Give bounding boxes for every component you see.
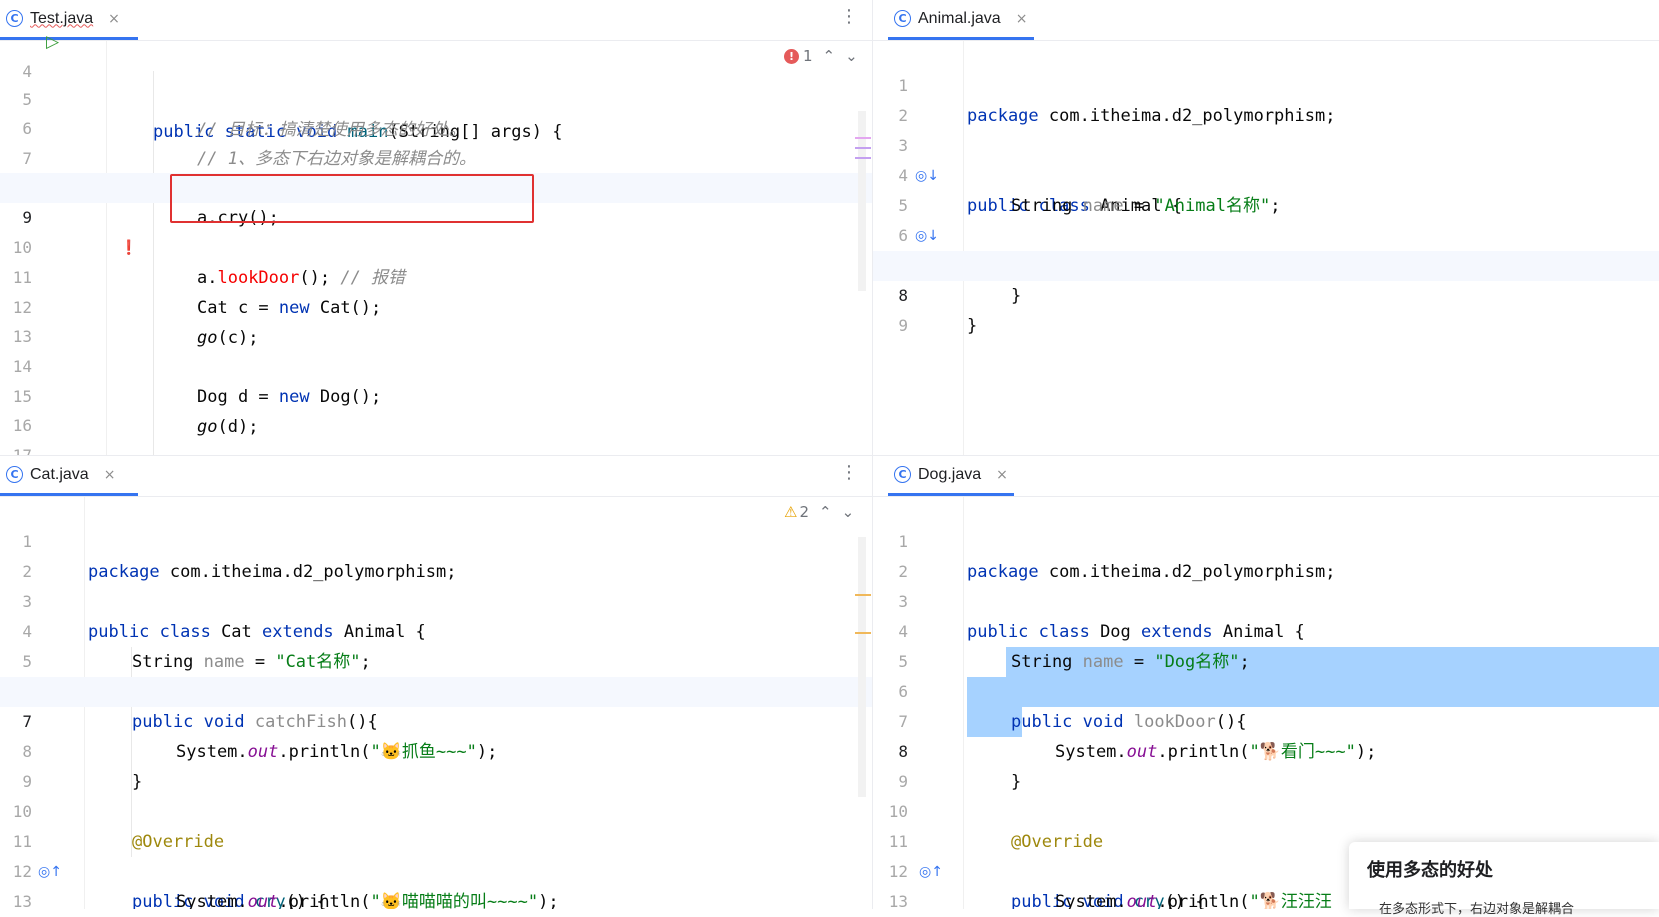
code-editor-test[interactable]: ! 1 ⌃ ⌄ 4 ▷ public static void main(Stri… [0,32,872,455]
code-line: 16 [0,381,872,435]
scroll-mark [855,157,871,159]
code-line: 10 [0,203,872,257]
code-line: 7 Animal a = new Dog(); [0,114,872,199]
code-line: 3 public class Dog extends Animal { [873,557,1659,642]
editor-pane-test: C Test.java × ⋮ ! 1 ⌃ ⌄ 4 ▷ public stati… [0,0,872,455]
tab-label: Dog.java [918,465,982,483]
code-line: 5 ◎↓ public void cry(){ [873,161,1659,276]
code-line: 6 public void catchFish(){ [0,647,872,732]
close-icon[interactable]: × [104,467,116,483]
code-line-current: 7 System.out.println("🐱抓鱼~~~"); [0,677,872,762]
info-popup: 使用多态的好处 在多态形式下，右边对象是解耦合 [1349,842,1659,917]
class-file-icon: C [6,466,23,483]
scroll-mark [855,632,871,634]
close-icon[interactable]: × [108,11,120,27]
code-line: 13 } [0,857,872,909]
code-line: 4 String name = "Dog名称"; [873,587,1659,672]
class-file-icon: C [894,10,911,27]
popup-snippet: 在多态形式下，右边对象是解耦合 [1379,902,1575,917]
code-line: 5 [0,617,872,671]
code-line: 5 [873,617,1659,671]
code-line: 1 package com.itheima.d2_polymorphism; [873,497,1659,582]
tab-label: Test.java [30,9,94,27]
code-line: 6 public void lookDoor(){ [873,647,1659,732]
code-line: 2 [0,527,872,581]
code-line-current: 8 } [873,251,1659,336]
close-icon[interactable]: × [996,467,1008,483]
code-editor-animal[interactable]: 1 package com.itheima.d2_polymorphism; 2… [873,41,1659,455]
more-options-icon[interactable]: ⋮ [840,6,858,27]
code-line: 7 } [873,221,1659,306]
vertical-scrollbar[interactable] [858,537,866,797]
code-line: 10 @Override [0,767,872,852]
code-line: 8 a.cry(); [0,143,872,228]
tab-label: Cat.java [30,465,89,483]
code-line: 5 // 目标：搞清楚使用多态的好处。 [0,55,872,140]
code-line: 13 [0,292,872,346]
code-editor-cat[interactable]: ⚠ 2 ⌃ ⌄ 1 package com.itheima.d2_polymor… [0,497,872,909]
code-line: 15 go(d); [0,352,872,437]
code-line: 4 ▷ public static void main(String[] arg… [0,27,872,142]
code-text: } [967,316,978,336]
code-line: 12 go(c); [0,263,872,348]
code-line: 8 } [0,707,872,792]
code-line: 9 [873,281,1659,335]
scroll-mark [855,147,871,149]
line-number: 13 [888,892,908,909]
code-line: 4 String name = "Cat名称"; [0,587,872,672]
class-file-icon: C [6,10,23,27]
code-line-current: 8 } [873,707,1659,792]
tab-cat-java[interactable]: C Cat.java × [0,456,138,496]
popup-title: 使用多态的好处 [1367,860,1493,881]
class-file-icon: C [894,466,911,483]
code-line: 7 System.out.println("🐕看门~~~"); [873,677,1659,762]
code-line: 14 Dog d = new Dog(); [0,322,872,407]
code-line: 4 String name = "Animal名称"; [873,131,1659,216]
tab-animal-java[interactable]: C Animal.java × [888,0,1034,40]
run-gutter-icon[interactable]: ▷ [46,27,59,57]
line-number: 9 [898,316,908,335]
code-line: 1 package com.itheima.d2_polymorphism; [873,41,1659,126]
code-line: 11 Cat c = new Cat(); [0,233,872,318]
line-number: 17 [0,441,32,455]
code-line: 9 [873,737,1659,791]
tab-bar-cat: C Cat.java × ⋮ [0,456,872,497]
code-line: 10 @Override [873,767,1659,852]
code-line: 1 package com.itheima.d2_polymorphism; [0,497,872,582]
code-line: 2 [873,527,1659,581]
tab-bar-animal: C Animal.java × [873,0,1659,41]
code-line: 3 ◎↓ public class Animal { [873,101,1659,216]
code-line: 6 System.out.println("动物会叫~~~"); [873,191,1659,276]
code-line: 11 ◎↑ public void cry() { [873,797,1659,909]
tab-label: Animal.java [918,9,1001,27]
scroll-mark [855,594,871,596]
code-line: 2 [873,71,1659,125]
code-line: 3 public class Cat extends Animal { [0,557,872,642]
code-line: 11 ◎↑ public void cry() { [0,797,872,909]
scroll-mark [855,137,871,139]
line-number: 13 [12,892,32,909]
code-line: 17 System.out.println("-----------------… [0,411,872,455]
code-line: 9 [0,737,872,791]
tab-bar-dog: C Dog.java × [873,456,1659,497]
close-icon[interactable]: × [1016,11,1028,27]
code-line: 12 System.out.println("🐱喵喵喵的叫~~~~"); [0,827,872,909]
more-options-icon[interactable]: ⋮ [840,462,858,483]
code-line: 6 // 1、多态下右边对象是解耦合的。 [0,84,872,169]
editor-pane-cat: C Cat.java × ⋮ ⚠ 2 ⌃ ⌄ 1 package com.ith… [0,456,872,909]
editor-pane-animal: C Animal.java × 1 package com.itheima.d2… [873,0,1659,455]
tab-dog-java[interactable]: C Dog.java × [888,456,1014,496]
